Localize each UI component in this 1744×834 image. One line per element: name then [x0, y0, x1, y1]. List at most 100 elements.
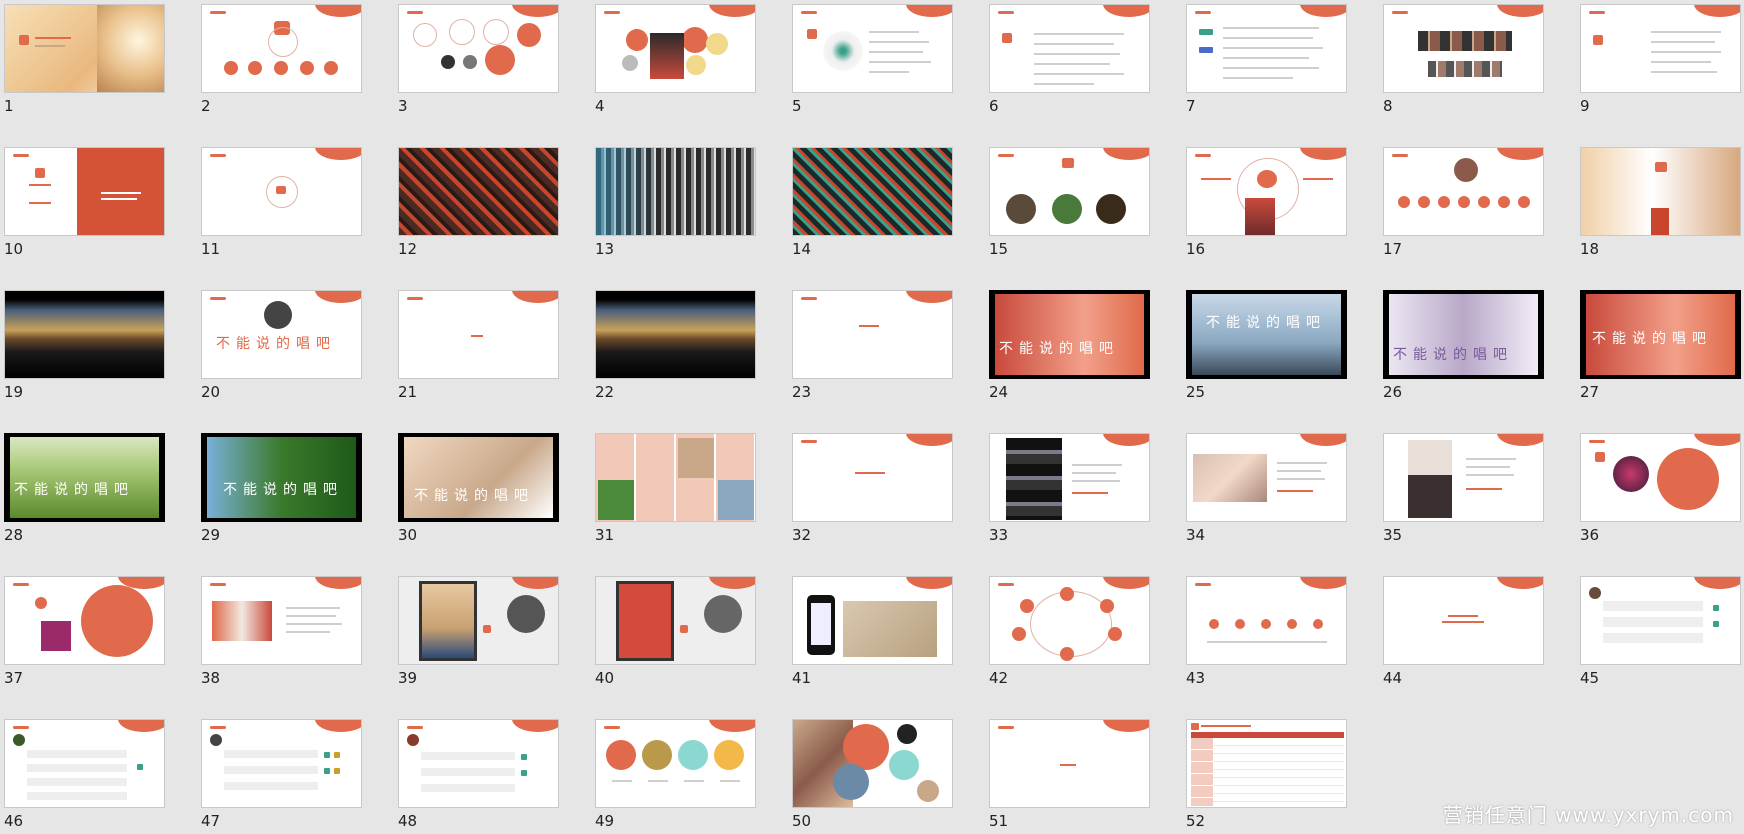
slide-thumbnail[interactable]: 不能说的唱吧 24 [989, 290, 1150, 403]
slide-thumbnail[interactable]: 8 [1383, 4, 1544, 117]
slide-preview [4, 576, 165, 665]
slide-thumbnail[interactable]: 22 [595, 290, 756, 403]
slide-preview [1186, 576, 1347, 665]
slide-preview [989, 576, 1150, 665]
slide-thumbnail[interactable]: 47 [201, 719, 362, 832]
slide-thumbnail[interactable]: 43 [1186, 576, 1347, 689]
slide-thumbnail[interactable]: 37 [4, 576, 165, 689]
slide-thumbnail[interactable]: 2 [201, 4, 362, 117]
slide-thumbnail[interactable]: 14 [792, 147, 953, 260]
slide-number: 4 [595, 97, 605, 115]
slide-number: 39 [398, 669, 418, 687]
slide-number: 30 [398, 526, 418, 544]
slide-preview: 不能说的唱吧 [989, 290, 1150, 379]
slide-thumbnail[interactable]: 不能说的唱吧 25 [1186, 290, 1347, 403]
slide-thumbnail[interactable]: 不能说的唱吧 29 [201, 433, 362, 546]
slide-number: 24 [989, 383, 1009, 401]
calligraphy-title: 不能说的唱吧 [999, 341, 1119, 357]
slide-thumbnail[interactable]: 6 [989, 4, 1150, 117]
slide-thumbnail[interactable]: 33 [989, 433, 1150, 546]
slide-preview [398, 290, 559, 379]
slide-thumbnail[interactable]: 49 [595, 719, 756, 832]
slide-thumbnail[interactable]: 4 [595, 4, 756, 117]
slide-thumbnail[interactable]: 32 [792, 433, 953, 546]
site-watermark: 营销任意门 www.yxrym.com [1442, 803, 1734, 827]
slide-thumbnail[interactable]: 19 [4, 290, 165, 403]
slide-thumbnail[interactable]: 不能说的唱吧 26 [1383, 290, 1544, 403]
slide-thumbnail[interactable]: 21 [398, 290, 559, 403]
slide-number: 1 [4, 97, 14, 115]
slide-number: 37 [4, 669, 24, 687]
slide-thumbnail[interactable]: 51 [989, 719, 1150, 832]
slide-thumbnail[interactable]: 16 [1186, 147, 1347, 260]
slide-number: 12 [398, 240, 418, 258]
slide-preview [4, 4, 165, 93]
slide-preview: 不能说的唱吧 [201, 290, 362, 379]
slide-thumbnail[interactable]: 36 [1580, 433, 1741, 546]
slide-thumbnail[interactable]: 31 [595, 433, 756, 546]
slide-thumbnail[interactable]: 12 [398, 147, 559, 260]
slide-preview [398, 147, 559, 236]
slide-number: 28 [4, 526, 24, 544]
slide-thumbnail[interactable]: 9 [1580, 4, 1741, 117]
slide-preview [4, 147, 165, 236]
slide-number: 5 [792, 97, 802, 115]
slide-thumbnail[interactable]: 34 [1186, 433, 1347, 546]
slide-preview [201, 4, 362, 93]
slide-thumbnail[interactable]: 35 [1383, 433, 1544, 546]
slide-thumbnail[interactable]: 11 [201, 147, 362, 260]
slide-number: 29 [201, 526, 221, 544]
slide-preview [792, 433, 953, 522]
slide-thumbnail[interactable]: 39 [398, 576, 559, 689]
slide-thumbnail[interactable]: 52 [1186, 719, 1347, 832]
slide-preview [201, 576, 362, 665]
slide-thumbnail[interactable]: 不能说的唱吧 20 [201, 290, 362, 403]
slide-thumbnail[interactable]: 10 [4, 147, 165, 260]
slide-thumbnail[interactable]: 7 [1186, 4, 1347, 117]
slide-number: 45 [1580, 669, 1600, 687]
slide-preview [1186, 433, 1347, 522]
slide-thumbnail[interactable]: 3 [398, 4, 559, 117]
slide-preview [595, 290, 756, 379]
slide-thumbnail[interactable]: 17 [1383, 147, 1544, 260]
slide-number: 33 [989, 526, 1009, 544]
slide-thumbnail[interactable]: 40 [595, 576, 756, 689]
slide-thumbnail[interactable]: 不能说的唱吧 28 [4, 433, 165, 546]
slide-number: 8 [1383, 97, 1393, 115]
slide-number: 32 [792, 526, 812, 544]
slide-preview [398, 4, 559, 93]
slide-thumbnail[interactable]: 45 [1580, 576, 1741, 689]
slide-number: 25 [1186, 383, 1206, 401]
slide-number: 26 [1383, 383, 1403, 401]
slide-preview [1580, 433, 1741, 522]
slide-thumbnail[interactable]: 1 [4, 4, 165, 117]
slide-preview [1383, 4, 1544, 93]
slide-number: 3 [398, 97, 408, 115]
slide-thumbnail[interactable]: 不能说的唱吧 27 [1580, 290, 1741, 403]
slide-number: 43 [1186, 669, 1206, 687]
slide-number: 20 [201, 383, 221, 401]
slide-thumbnail[interactable]: 46 [4, 719, 165, 832]
slide-preview [1580, 4, 1741, 93]
slide-preview [1383, 433, 1544, 522]
slide-preview [989, 4, 1150, 93]
slide-preview: 不能说的唱吧 [1383, 290, 1544, 379]
slide-thumbnail[interactable]: 42 [989, 576, 1150, 689]
slide-thumbnail[interactable]: 23 [792, 290, 953, 403]
slide-number: 23 [792, 383, 812, 401]
slide-thumbnail[interactable]: 18 [1580, 147, 1741, 260]
slide-number: 42 [989, 669, 1009, 687]
slide-preview [1186, 719, 1347, 808]
slide-thumbnail[interactable]: 50 [792, 719, 953, 832]
slide-preview [595, 433, 756, 522]
slide-thumbnail[interactable]: 不能说的唱吧 30 [398, 433, 559, 546]
slide-thumbnail[interactable]: 5 [792, 4, 953, 117]
slide-thumbnail[interactable]: 15 [989, 147, 1150, 260]
slide-thumbnail[interactable]: 48 [398, 719, 559, 832]
slide-thumbnail[interactable]: 38 [201, 576, 362, 689]
slide-thumbnail[interactable]: 41 [792, 576, 953, 689]
slide-preview [398, 576, 559, 665]
slide-thumbnail[interactable]: 44 [1383, 576, 1544, 689]
slide-preview [1580, 147, 1741, 236]
slide-thumbnail[interactable]: 13 [595, 147, 756, 260]
